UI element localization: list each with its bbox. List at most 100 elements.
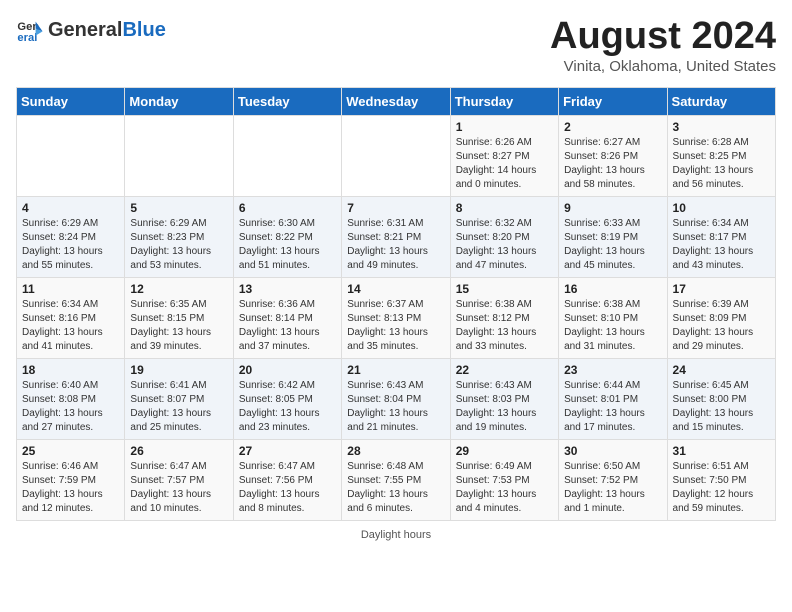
calendar-cell: 11Sunrise: 6:34 AM Sunset: 8:16 PM Dayli… [17, 277, 125, 358]
day-info: Sunrise: 6:26 AM Sunset: 8:27 PM Dayligh… [456, 136, 553, 192]
subtitle: Vinita, Oklahoma, United States [550, 58, 776, 75]
day-info: Sunrise: 6:42 AM Sunset: 8:05 PM Dayligh… [239, 379, 336, 435]
calendar-cell: 3 Sunrise: 6:28 AM Sunset: 8:25 PM Daylig… [667, 115, 775, 196]
calendar-cell: 13Sunrise: 6:36 AM Sunset: 8:14 PM Dayli… [233, 277, 341, 358]
day-number: 14 [347, 282, 444, 296]
day-info: Sunrise: 6:34 AM Sunset: 8:16 PM Dayligh… [22, 298, 119, 354]
calendar-cell: 4Sunrise: 6:29 AM Sunset: 8:24 PM Daylig… [17, 196, 125, 277]
day-number: 5 [130, 201, 227, 215]
day-number: 3 [673, 120, 770, 134]
footer-note: Daylight hours [16, 529, 776, 541]
day-info: Sunrise: 6:51 AM Sunset: 7:50 PM Dayligh… [673, 460, 770, 516]
day-info: Sunrise: 6:50 AM Sunset: 7:52 PM Dayligh… [564, 460, 661, 516]
day-number: 6 [239, 201, 336, 215]
calendar-table: SundayMondayTuesdayWednesdayThursdayFrid… [16, 87, 776, 521]
logo: Gen eral General Blue [16, 16, 166, 44]
calendar-cell: 31 Sunrise: 6:51 AM Sunset: 7:50 PM Dayli… [667, 439, 775, 520]
day-info: Sunrise: 6:28 AM Sunset: 8:25 PM Dayligh… [673, 136, 770, 192]
calendar-cell: 8 Sunrise: 6:32 AM Sunset: 8:20 PM Daylig… [450, 196, 558, 277]
calendar-cell: 1 Sunrise: 6:26 AM Sunset: 8:27 PM Daylig… [450, 115, 558, 196]
day-info: Sunrise: 6:38 AM Sunset: 8:12 PM Dayligh… [456, 298, 553, 354]
day-number: 24 [673, 363, 770, 377]
calendar-cell: 22 Sunrise: 6:43 AM Sunset: 8:03 PM Dayli… [450, 358, 558, 439]
main-title: August 2024 [550, 16, 776, 58]
calendar-cell [233, 115, 341, 196]
calendar-cell: 28 Sunrise: 6:48 AM Sunset: 7:55 PM Dayli… [342, 439, 450, 520]
day-info: Sunrise: 6:43 AM Sunset: 8:04 PM Dayligh… [347, 379, 444, 435]
calendar-cell: 26 Sunrise: 6:47 AM Sunset: 7:57 PM Dayli… [125, 439, 233, 520]
day-of-week-header: Saturday [667, 87, 775, 115]
day-of-week-header: Monday [125, 87, 233, 115]
calendar-cell: 15 Sunrise: 6:38 AM Sunset: 8:12 PM Dayli… [450, 277, 558, 358]
day-number: 8 [456, 201, 553, 215]
day-info: Sunrise: 6:38 AM Sunset: 8:10 PM Dayligh… [564, 298, 661, 354]
day-info: Sunrise: 6:29 AM Sunset: 8:24 PM Dayligh… [22, 217, 119, 273]
calendar-cell: 9Sunrise: 6:33 AM Sunset: 8:19 PM Daylig… [559, 196, 667, 277]
calendar-cell: 14 Sunrise: 6:37 AM Sunset: 8:13 PM Dayli… [342, 277, 450, 358]
calendar-cell: 10Sunrise: 6:34 AM Sunset: 8:17 PM Dayli… [667, 196, 775, 277]
logo-blue-text: Blue [122, 19, 165, 42]
day-info: Sunrise: 6:43 AM Sunset: 8:03 PM Dayligh… [456, 379, 553, 435]
calendar-cell [17, 115, 125, 196]
calendar-header-row: SundayMondayTuesdayWednesdayThursdayFrid… [17, 87, 776, 115]
day-of-week-header: Friday [559, 87, 667, 115]
day-info: Sunrise: 6:46 AM Sunset: 7:59 PM Dayligh… [22, 460, 119, 516]
day-info: Sunrise: 6:47 AM Sunset: 7:56 PM Dayligh… [239, 460, 336, 516]
day-info: Sunrise: 6:32 AM Sunset: 8:20 PM Dayligh… [456, 217, 553, 273]
calendar-cell: 5Sunrise: 6:29 AM Sunset: 8:23 PM Daylig… [125, 196, 233, 277]
calendar-cell: 7Sunrise: 6:31 AM Sunset: 8:21 PM Daylig… [342, 196, 450, 277]
day-info: Sunrise: 6:45 AM Sunset: 8:00 PM Dayligh… [673, 379, 770, 435]
calendar-cell: 27 Sunrise: 6:47 AM Sunset: 7:56 PM Dayli… [233, 439, 341, 520]
calendar-cell: 16 Sunrise: 6:38 AM Sunset: 8:10 PM Dayli… [559, 277, 667, 358]
logo-icon: Gen eral [16, 16, 44, 44]
day-number: 2 [564, 120, 661, 134]
day-number: 17 [673, 282, 770, 296]
day-number: 28 [347, 444, 444, 458]
day-info: Sunrise: 6:47 AM Sunset: 7:57 PM Dayligh… [130, 460, 227, 516]
day-info: Sunrise: 6:27 AM Sunset: 8:26 PM Dayligh… [564, 136, 661, 192]
day-number: 12 [130, 282, 227, 296]
calendar-cell: 18 Sunrise: 6:40 AM Sunset: 8:08 PM Dayli… [17, 358, 125, 439]
calendar-cell: 23Sunrise: 6:44 AM Sunset: 8:01 PM Dayli… [559, 358, 667, 439]
title-section: August 2024 Vinita, Oklahoma, United Sta… [550, 16, 776, 75]
day-number: 31 [673, 444, 770, 458]
calendar-cell: 6 Sunrise: 6:30 AM Sunset: 8:22 PM Daylig… [233, 196, 341, 277]
calendar-cell: 2 Sunrise: 6:27 AM Sunset: 8:26 PM Daylig… [559, 115, 667, 196]
day-of-week-header: Thursday [450, 87, 558, 115]
svg-text:eral: eral [17, 32, 37, 44]
day-info: Sunrise: 6:48 AM Sunset: 7:55 PM Dayligh… [347, 460, 444, 516]
day-number: 29 [456, 444, 553, 458]
day-number: 1 [456, 120, 553, 134]
day-info: Sunrise: 6:41 AM Sunset: 8:07 PM Dayligh… [130, 379, 227, 435]
day-number: 27 [239, 444, 336, 458]
calendar-cell: 25Sunrise: 6:46 AM Sunset: 7:59 PM Dayli… [17, 439, 125, 520]
day-info: Sunrise: 6:36 AM Sunset: 8:14 PM Dayligh… [239, 298, 336, 354]
calendar-cell: 30 Sunrise: 6:50 AM Sunset: 7:52 PM Dayli… [559, 439, 667, 520]
day-of-week-header: Sunday [17, 87, 125, 115]
day-info: Sunrise: 6:40 AM Sunset: 8:08 PM Dayligh… [22, 379, 119, 435]
calendar-cell [342, 115, 450, 196]
day-info: Sunrise: 6:49 AM Sunset: 7:53 PM Dayligh… [456, 460, 553, 516]
day-info: Sunrise: 6:39 AM Sunset: 8:09 PM Dayligh… [673, 298, 770, 354]
day-number: 10 [673, 201, 770, 215]
calendar-week-row: 18 Sunrise: 6:40 AM Sunset: 8:08 PM Dayli… [17, 358, 776, 439]
calendar-cell: 24 Sunrise: 6:45 AM Sunset: 8:00 PM Dayli… [667, 358, 775, 439]
day-number: 15 [456, 282, 553, 296]
calendar-cell: 29 Sunrise: 6:49 AM Sunset: 7:53 PM Dayli… [450, 439, 558, 520]
day-info: Sunrise: 6:30 AM Sunset: 8:22 PM Dayligh… [239, 217, 336, 273]
day-info: Sunrise: 6:35 AM Sunset: 8:15 PM Dayligh… [130, 298, 227, 354]
day-number: 16 [564, 282, 661, 296]
day-number: 19 [130, 363, 227, 377]
calendar-cell: 20Sunrise: 6:42 AM Sunset: 8:05 PM Dayli… [233, 358, 341, 439]
day-number: 22 [456, 363, 553, 377]
day-info: Sunrise: 6:37 AM Sunset: 8:13 PM Dayligh… [347, 298, 444, 354]
calendar-cell [125, 115, 233, 196]
day-number: 26 [130, 444, 227, 458]
calendar-cell: 17 Sunrise: 6:39 AM Sunset: 8:09 PM Dayli… [667, 277, 775, 358]
day-number: 21 [347, 363, 444, 377]
day-info: Sunrise: 6:33 AM Sunset: 8:19 PM Dayligh… [564, 217, 661, 273]
day-number: 18 [22, 363, 119, 377]
day-number: 30 [564, 444, 661, 458]
calendar-cell: 21 Sunrise: 6:43 AM Sunset: 8:04 PM Dayli… [342, 358, 450, 439]
calendar-week-row: 25Sunrise: 6:46 AM Sunset: 7:59 PM Dayli… [17, 439, 776, 520]
